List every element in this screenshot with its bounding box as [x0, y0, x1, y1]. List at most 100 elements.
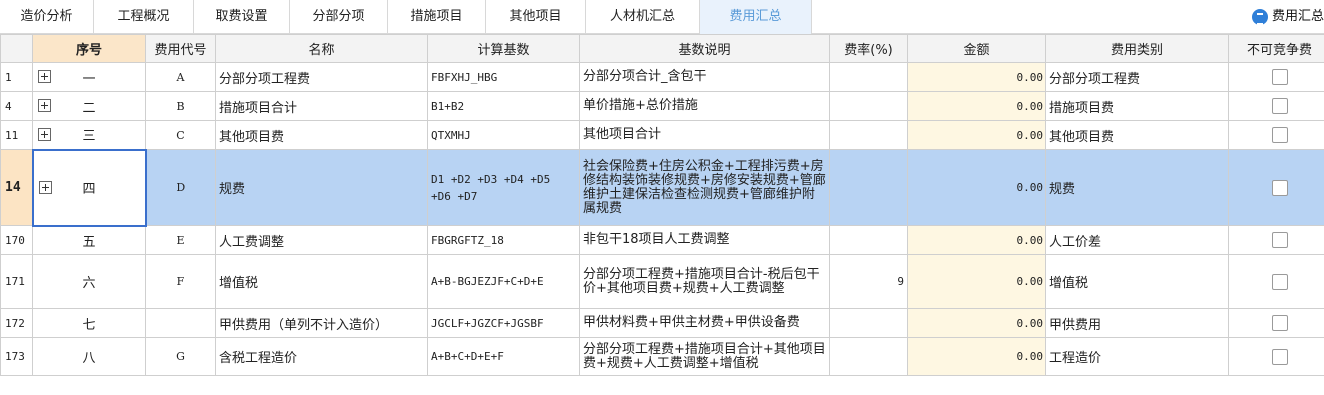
category-cell[interactable]: 增值税: [1045, 254, 1229, 309]
rate-cell[interactable]: [829, 149, 908, 226]
fee-code-cell[interactable]: [145, 308, 216, 338]
amount-cell[interactable]: 0.00: [907, 337, 1046, 376]
base-desc-cell[interactable]: 其他项目合计: [579, 120, 830, 150]
calc-base-cell[interactable]: D1 +D2 +D3 +D4 +D5 +D6 +D7: [427, 149, 580, 226]
fee-code-cell[interactable]: G: [145, 337, 216, 376]
tab-project-overview[interactable]: 工程概况: [94, 0, 194, 34]
calc-base-cell[interactable]: JGCLF+JGZCF+JGSBF: [427, 308, 580, 338]
amount-cell[interactable]: 0.00: [907, 254, 1046, 309]
rate-cell[interactable]: [829, 91, 908, 121]
fee-code-cell[interactable]: E: [145, 225, 216, 255]
seq-cell[interactable]: 八: [32, 337, 146, 376]
fee-summary-panel-button[interactable]: 费用汇总: [1251, 0, 1324, 34]
amount-cell[interactable]: 0.00: [907, 91, 1046, 121]
expand-icon[interactable]: [38, 180, 52, 194]
non-competitive-checkbox[interactable]: [1271, 69, 1288, 85]
table-row[interactable]: 11 三 C 其他项目费 QTXMHJ 其他项目合计 0.00 其他项目费: [0, 120, 1324, 150]
category-cell[interactable]: 规费: [1045, 149, 1229, 226]
expand-icon[interactable]: [38, 127, 51, 141]
category-cell[interactable]: 工程造价: [1045, 337, 1229, 376]
non-competitive-checkbox[interactable]: [1271, 273, 1288, 290]
non-competitive-checkbox[interactable]: [1271, 127, 1288, 143]
calc-base-cell[interactable]: QTXMHJ: [427, 120, 580, 150]
header-name[interactable]: 名称: [215, 34, 428, 63]
table-row[interactable]: 173 八 G 含税工程造价 A+B+C+D+E+F 分部分项工程费+措施项目合…: [0, 337, 1324, 376]
fee-code-cell[interactable]: A: [145, 62, 216, 92]
seq-cell[interactable]: 一: [32, 62, 146, 92]
header-fee-code[interactable]: 费用代号: [145, 34, 216, 63]
table-row[interactable]: 4 二 B 措施项目合计 B1+B2 单价措施+总价措施 0.00 措施项目费: [0, 91, 1324, 121]
expand-icon[interactable]: [38, 70, 51, 83]
amount-cell[interactable]: 0.00: [907, 120, 1046, 150]
amount-cell[interactable]: 0.00: [907, 308, 1046, 338]
header-category[interactable]: 费用类别: [1045, 34, 1229, 63]
tab-measures[interactable]: 措施项目: [388, 0, 486, 34]
base-desc-cell[interactable]: 单价措施+总价措施: [579, 91, 830, 121]
header-base-desc[interactable]: 基数说明: [579, 34, 830, 63]
rate-cell[interactable]: [829, 62, 908, 92]
base-desc-cell[interactable]: 非包干18项目人工费调整: [579, 225, 830, 255]
rate-cell[interactable]: [829, 225, 908, 255]
table-row[interactable]: 170 五 E 人工费调整 FBGRGFTZ_18 非包干18项目人工费调整 0…: [0, 225, 1324, 255]
tab-other-items[interactable]: 其他项目: [486, 0, 586, 34]
fee-code-cell[interactable]: D: [145, 149, 216, 226]
table-row[interactable]: 1 一 A 分部分项工程费 FBFXHJ_HBG 分部分项合计_含包干 0.00…: [0, 62, 1324, 92]
table-row-selected[interactable]: 14 四 D 规费 D1 +D2 +D3 +D4 +D5 +D6 +D7 社会保…: [0, 148, 1324, 227]
table-row[interactable]: 172 七 甲供费用（单列不计入造价） JGCLF+JGZCF+JGSBF 甲供…: [0, 308, 1324, 338]
header-non-competitive[interactable]: 不可竞争费: [1228, 34, 1324, 63]
name-cell[interactable]: 其他项目费: [215, 120, 428, 150]
seq-cell[interactable]: 四: [31, 148, 147, 227]
calc-base-cell[interactable]: A+B-BGJEZJF+C+D+E: [427, 254, 580, 309]
tab-labor-material-summary[interactable]: 人材机汇总: [586, 0, 700, 34]
base-desc-cell[interactable]: 分部分项工程费+措施项目合计+其他项目费+规费+人工费调整+增值税: [579, 337, 830, 376]
non-competitive-checkbox[interactable]: [1271, 232, 1288, 248]
calc-base-cell[interactable]: A+B+C+D+E+F: [427, 337, 580, 376]
fee-code-cell[interactable]: F: [145, 254, 216, 309]
rate-cell[interactable]: 9: [829, 254, 908, 309]
name-cell[interactable]: 人工费调整: [215, 225, 428, 255]
name-cell[interactable]: 甲供费用（单列不计入造价）: [215, 308, 428, 338]
name-cell[interactable]: 含税工程造价: [215, 337, 428, 376]
tab-cost-analysis[interactable]: 造价分析: [0, 0, 94, 34]
name-cell[interactable]: 规费: [215, 149, 428, 226]
fee-code-cell[interactable]: C: [145, 120, 216, 150]
header-seq[interactable]: 序号: [32, 34, 146, 63]
non-competitive-checkbox[interactable]: [1271, 179, 1288, 196]
calc-base-cell[interactable]: FBFXHJ_HBG: [427, 62, 580, 92]
header-calc-base[interactable]: 计算基数: [427, 34, 580, 63]
table-row[interactable]: 171 六 F 增值税 A+B-BGJEZJF+C+D+E 分部分项工程费+措施…: [0, 254, 1324, 309]
seq-cell[interactable]: 七: [32, 308, 146, 338]
non-competitive-checkbox[interactable]: [1271, 98, 1288, 114]
base-desc-cell[interactable]: 甲供材料费+甲供主材费+甲供设备费: [579, 308, 830, 338]
seq-cell[interactable]: 六: [32, 254, 146, 309]
amount-cell[interactable]: 0.00: [907, 62, 1046, 92]
non-competitive-checkbox[interactable]: [1271, 348, 1288, 365]
tab-fee-summary[interactable]: 费用汇总: [700, 0, 812, 34]
tab-sub-items[interactable]: 分部分项: [290, 0, 388, 34]
base-desc-cell[interactable]: 社会保险费+住房公积金+工程排污费+房修结构装饰装修规费+房修安装规费+管廊维护…: [579, 149, 830, 226]
base-desc-cell[interactable]: 分部分项合计_含包干: [579, 62, 830, 92]
name-cell[interactable]: 措施项目合计: [215, 91, 428, 121]
name-cell[interactable]: 增值税: [215, 254, 428, 309]
category-cell[interactable]: 甲供费用: [1045, 308, 1229, 338]
header-rate[interactable]: 费率(%): [829, 34, 908, 63]
tab-fee-settings[interactable]: 取费设置: [194, 0, 290, 34]
calc-base-cell[interactable]: FBGRGFTZ_18: [427, 225, 580, 255]
seq-cell[interactable]: 三: [32, 120, 146, 150]
amount-cell[interactable]: 0.00: [907, 149, 1046, 226]
expand-icon[interactable]: [38, 99, 51, 112]
category-cell[interactable]: 其他项目费: [1045, 120, 1229, 150]
amount-cell[interactable]: 0.00: [907, 225, 1046, 255]
rate-cell[interactable]: [829, 337, 908, 376]
base-desc-cell[interactable]: 分部分项工程费+措施项目合计-税后包干价+其他项目费+规费+人工费调整: [579, 254, 830, 309]
seq-cell[interactable]: 二: [32, 91, 146, 121]
fee-code-cell[interactable]: B: [145, 91, 216, 121]
category-cell[interactable]: 措施项目费: [1045, 91, 1229, 121]
non-competitive-checkbox[interactable]: [1271, 315, 1288, 331]
name-cell[interactable]: 分部分项工程费: [215, 62, 428, 92]
rate-cell[interactable]: [829, 120, 908, 150]
category-cell[interactable]: 分部分项工程费: [1045, 62, 1229, 92]
header-amount[interactable]: 金额: [907, 34, 1046, 63]
seq-cell[interactable]: 五: [32, 225, 146, 255]
category-cell[interactable]: 人工价差: [1045, 225, 1229, 255]
